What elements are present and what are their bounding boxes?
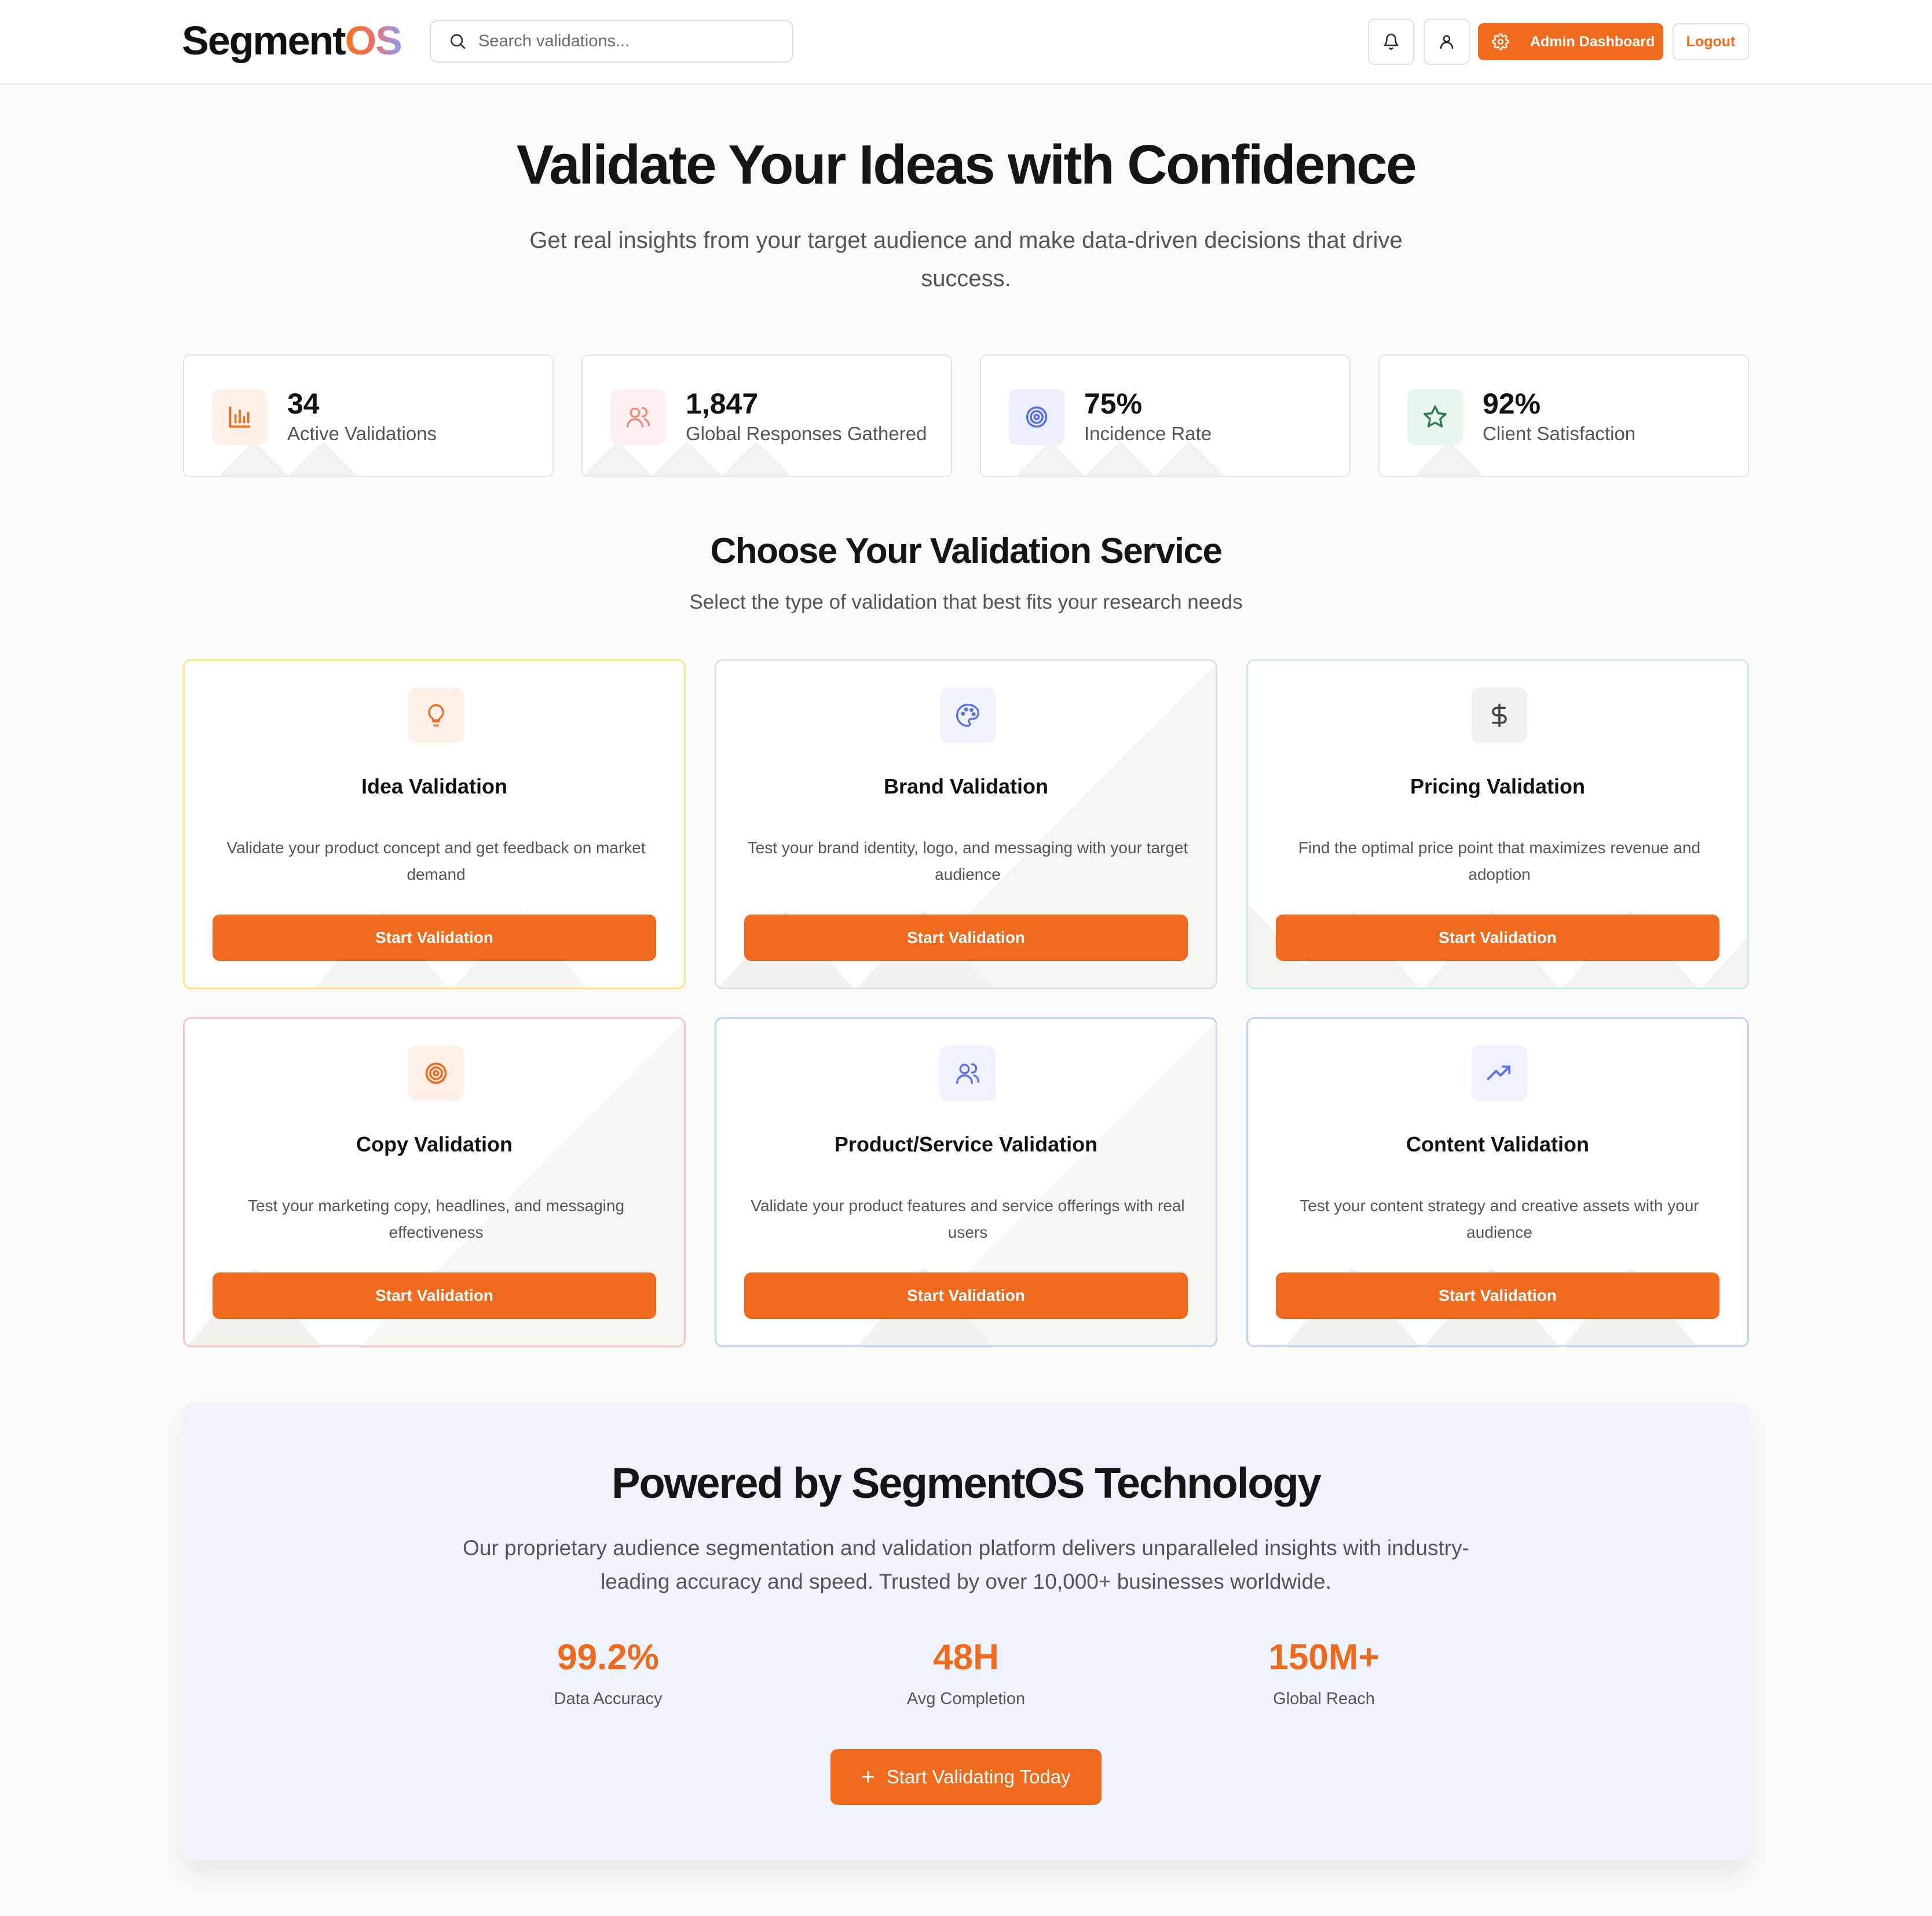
card-description: Test your brand identity, logo, and mess… <box>747 839 1188 883</box>
service-card-copy[interactable]: Copy Validation Test your marketing copy… <box>183 1017 686 1347</box>
stat-value: 1,847 <box>686 387 759 420</box>
decorative-pattern <box>1016 441 1224 476</box>
gear-icon <box>1492 33 1509 50</box>
decorative-pattern <box>1414 441 1484 476</box>
start-validation-button[interactable]: Start Validation <box>1276 1273 1719 1319</box>
powered-by-section: Powered by SegmentOS Technology Our prop… <box>183 1403 1749 1860</box>
metric-label: Global Reach <box>1273 1690 1375 1708</box>
powered-subtitle: Our proprietary audience segmentation an… <box>463 1536 1469 1593</box>
card-title: Product/Service Validation <box>834 1132 1098 1156</box>
start-validation-button[interactable]: Start Validation <box>744 915 1188 961</box>
star-icon <box>1422 404 1448 430</box>
lightbulb-icon <box>424 703 448 727</box>
logout-button[interactable]: Logout <box>1673 23 1749 60</box>
stat-icon-box <box>610 389 666 445</box>
card-description: Validate your product features and servi… <box>751 1197 1185 1241</box>
services-section-title: Choose Your Validation Service <box>710 531 1223 571</box>
stat-card-incidence-rate: 75% Incidence Rate <box>980 354 1351 477</box>
users-icon <box>625 404 651 430</box>
card-description: Test your content strategy and creative … <box>1300 1197 1699 1241</box>
hero-subtitle: Get real insights from your target audie… <box>529 228 1403 291</box>
dollar-icon <box>1487 703 1512 728</box>
start-validation-button[interactable]: Start Validation <box>1276 915 1719 961</box>
metric-value: 150M+ <box>1268 1637 1380 1677</box>
plus-icon: + <box>861 1764 875 1790</box>
palette-icon <box>955 703 980 728</box>
stat-icon-box <box>1407 389 1463 445</box>
decorative-pattern <box>219 441 358 476</box>
stat-label: Incidence Rate <box>1084 423 1212 444</box>
service-card-content[interactable]: Content Validation Test your content str… <box>1246 1017 1749 1347</box>
bell-icon <box>1382 33 1400 50</box>
target-icon <box>423 1061 449 1086</box>
cta-label: Start Validating Today <box>886 1766 1071 1787</box>
profile-button[interactable] <box>1424 19 1470 65</box>
metric-value: 99.2% <box>557 1637 659 1677</box>
stat-value: 34 <box>287 387 320 420</box>
metric-data-accuracy: 99.2% Data Accuracy <box>463 1637 753 1709</box>
start-validation-button[interactable]: Start Validation <box>744 1273 1188 1319</box>
trending-up-icon <box>1486 1060 1513 1087</box>
powered-title: Powered by SegmentOS Technology <box>612 1459 1322 1507</box>
service-card-product-service[interactable]: Product/Service Validation Validate your… <box>715 1017 1217 1347</box>
service-card-brand[interactable]: Brand Validation Test your brand identit… <box>715 659 1217 989</box>
search-placeholder: Search validations... <box>478 31 630 50</box>
stat-card-active-validations: 34 Active Validations <box>183 354 554 477</box>
notifications-button[interactable] <box>1368 19 1414 65</box>
decorative-pattern <box>583 441 791 476</box>
card-description: Test your marketing copy, headlines, and… <box>247 1197 625 1241</box>
services-section-subtitle: Select the type of validation that best … <box>689 591 1243 613</box>
top-navigation-bar: Segment OS Search validations... Admin Da… <box>0 0 1932 85</box>
stat-icon-box <box>1009 389 1064 445</box>
admin-dashboard-button[interactable]: Admin Dashboard <box>1478 23 1663 60</box>
start-validation-button[interactable]: Start Validation <box>213 1273 656 1319</box>
hero-title: Validate Your Ideas with Confidence <box>517 134 1417 196</box>
card-icon-box <box>940 1045 996 1101</box>
card-title: Copy Validation <box>356 1132 513 1156</box>
card-title: Pricing Validation <box>1410 774 1586 798</box>
metric-avg-completion: 48H Avg Completion <box>821 1637 1111 1709</box>
card-icon-box <box>940 688 996 743</box>
stat-card-global-responses: 1,847 Global Responses Gathered <box>581 354 952 477</box>
search-icon <box>448 32 467 50</box>
card-title: Idea Validation <box>361 774 508 798</box>
start-validating-today-button[interactable]: + Start Validating Today <box>830 1749 1102 1805</box>
stat-value: 92% <box>1483 387 1541 420</box>
search-input[interactable]: Search validations... <box>430 20 793 63</box>
stat-label: Global Responses Gathered <box>686 423 927 444</box>
logo-text: Segment <box>182 18 346 63</box>
user-icon <box>1438 33 1455 50</box>
metric-global-reach: 150M+ Global Reach <box>1179 1637 1469 1709</box>
bar-chart-icon <box>227 404 253 430</box>
card-description: Find the optimal price point that maximi… <box>1298 839 1701 883</box>
target-icon <box>1024 404 1049 430</box>
service-card-pricing[interactable]: Pricing Validation Find the optimal pric… <box>1246 659 1749 989</box>
metric-label: Data Accuracy <box>554 1690 663 1708</box>
card-title: Brand Validation <box>883 774 1049 798</box>
metric-value: 48H <box>933 1637 999 1677</box>
logo-accent-text: OS <box>345 18 402 63</box>
start-validation-button[interactable]: Start Validation <box>213 915 656 961</box>
card-icon-box <box>408 1045 464 1101</box>
stat-label: Client Satisfaction <box>1483 423 1636 444</box>
stat-card-client-satisfaction: 92% Client Satisfaction <box>1378 354 1749 477</box>
users-icon <box>955 1061 980 1086</box>
stat-icon-box <box>212 389 268 445</box>
card-icon-box <box>1472 1045 1527 1101</box>
stat-value: 75% <box>1084 387 1143 420</box>
card-title: Content Validation <box>1406 1132 1589 1156</box>
segmentos-logo[interactable]: Segment OS <box>182 14 402 67</box>
admin-dashboard-label: Admin Dashboard <box>1530 33 1655 50</box>
service-card-idea[interactable]: Idea Validation Validate your product co… <box>183 659 686 989</box>
stat-label: Active Validations <box>287 423 437 444</box>
metric-label: Avg Completion <box>906 1690 1026 1708</box>
card-description: Validate your product concept and get fe… <box>226 839 646 883</box>
card-icon-box <box>408 688 464 743</box>
card-icon-box <box>1472 688 1527 743</box>
